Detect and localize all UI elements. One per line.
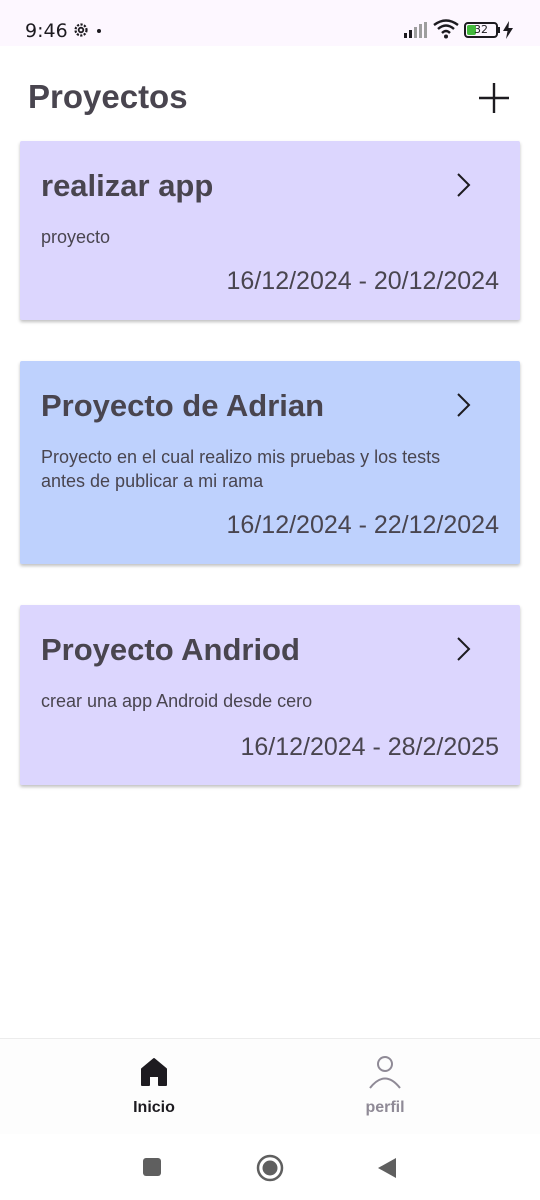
- project-dates: 16/12/2024 - 28/2/2025: [240, 733, 499, 761]
- add-project-button[interactable]: [476, 80, 512, 116]
- project-title: Proyecto Andriod: [41, 632, 300, 667]
- back-triangle-icon[interactable]: [376, 1156, 398, 1180]
- project-card[interactable]: Proyecto de Adrian Proyecto en el cual r…: [20, 361, 520, 564]
- status-bar: 9:46 32: [0, 0, 540, 46]
- project-dates: 16/12/2024 - 20/12/2024: [226, 267, 499, 295]
- signal-icon: [404, 22, 427, 38]
- plus-icon: [479, 83, 509, 113]
- project-title: Proyecto de Adrian: [41, 388, 325, 423]
- nav-label-inicio: Inicio: [133, 1099, 175, 1116]
- notification-dot-icon: [97, 29, 101, 33]
- nav-item-perfil[interactable]: perfil: [325, 1039, 445, 1135]
- battery-level: 32: [474, 23, 488, 36]
- bottom-navigation: Inicio perfil: [0, 1038, 540, 1135]
- settings-gear-icon: [74, 23, 88, 37]
- project-card[interactable]: Proyecto Andriod crear una app Android d…: [20, 605, 520, 785]
- person-icon: [369, 1056, 401, 1089]
- project-dates: 16/12/2024 - 22/12/2024: [226, 511, 499, 539]
- page-title: Proyectos: [28, 78, 188, 115]
- chevron-right-icon[interactable]: [456, 172, 472, 198]
- chevron-right-icon[interactable]: [456, 636, 472, 662]
- battery-tip: [498, 27, 500, 33]
- home-circle-icon[interactable]: [256, 1154, 284, 1182]
- project-description: proyecto: [41, 227, 111, 247]
- nav-item-inicio[interactable]: Inicio: [94, 1039, 214, 1135]
- recents-square-icon[interactable]: [143, 1158, 161, 1176]
- status-time: 9:46: [25, 20, 68, 42]
- home-icon: [141, 1058, 167, 1086]
- project-description: Proyecto en el cual realizo mis pruebas …: [41, 447, 441, 491]
- system-navigation-bar: [0, 1134, 540, 1200]
- project-card[interactable]: realizar app proyecto 16/12/2024 - 20/12…: [20, 141, 520, 320]
- wifi-icon: [433, 19, 459, 39]
- chevron-right-icon[interactable]: [456, 392, 472, 418]
- project-title: realizar app: [41, 168, 214, 203]
- battery-icon: 32: [464, 22, 498, 38]
- nav-label-perfil: perfil: [365, 1099, 405, 1116]
- project-description: crear una app Android desde cero: [41, 691, 313, 711]
- charging-bolt-icon: [503, 21, 513, 39]
